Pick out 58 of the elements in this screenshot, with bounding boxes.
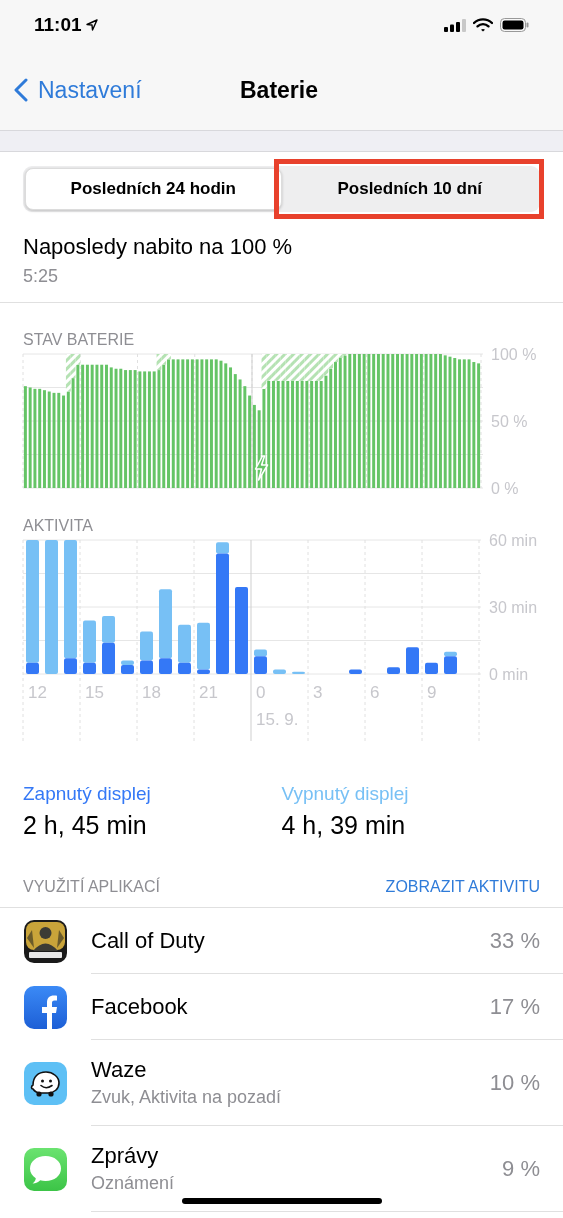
- screen-time-value: 4 h, 39 min: [281, 810, 407, 841]
- section-label: STAV BATERIE: [23, 330, 136, 350]
- bar: [387, 667, 400, 674]
- bar: [292, 671, 305, 674]
- axis-label: 3: [313, 683, 323, 702]
- bar: [406, 647, 419, 674]
- chevron-left-icon: [14, 78, 28, 102]
- location-arrow-icon: [85, 19, 98, 31]
- axis-label: 30 min: [489, 599, 538, 616]
- screen-time-label: Vypnutý displej: [281, 782, 410, 806]
- clock: 11:01: [34, 12, 82, 37]
- axis-label: 0 %: [491, 480, 519, 497]
- axis-label: 18: [142, 683, 161, 702]
- page-title: Baterie: [240, 75, 318, 105]
- usage-percent: 9 %: [502, 1155, 540, 1183]
- axis-label: 6: [370, 683, 380, 702]
- axis-label: 21: [199, 683, 218, 702]
- lightning-icon: [254, 455, 269, 481]
- axis-label: 100 %: [491, 346, 537, 363]
- app-name: Call of Duty: [91, 926, 206, 955]
- back-button[interactable]: Nastavení: [0, 72, 142, 108]
- battery-icon: [500, 18, 529, 32]
- last-charged-title: Naposledy nabito na 100 %: [23, 233, 294, 261]
- axis-label: 0: [256, 683, 266, 702]
- app-name: Waze: [91, 1055, 148, 1084]
- wifi-icon: [473, 18, 493, 32]
- bar: [425, 662, 438, 674]
- game-app-icon: [24, 919, 67, 963]
- segment-tab[interactable]: Posledních 10 dní: [281, 168, 538, 210]
- app-name: Zprávy: [91, 1141, 160, 1170]
- usage-percent: 10 %: [489, 1069, 540, 1097]
- app-detail: Zvuk, Aktivita na pozadí: [91, 1085, 283, 1109]
- axis-label: 9: [427, 683, 437, 702]
- screen-time-label: Zapnutý displej: [23, 782, 152, 806]
- app-detail: Oznámení: [91, 1171, 176, 1195]
- waze-app-icon: [24, 1061, 67, 1105]
- bar: [102, 615, 115, 643]
- bar: [102, 642, 115, 674]
- show-activity-link[interactable]: ZOBRAZIT AKTIVITU: [385, 875, 540, 899]
- section-label: AKTIVITA: [23, 516, 94, 536]
- axis-label: 60 min: [489, 532, 538, 549]
- screen-time-value: 2 h, 45 min: [23, 810, 148, 841]
- bar: [273, 669, 286, 674]
- bar: [349, 669, 362, 674]
- last-charged-time: 5:25: [23, 265, 60, 288]
- axis-label: 15: [85, 683, 104, 702]
- facebook-app-icon: [24, 985, 67, 1029]
- usage-percent: 33 %: [489, 927, 540, 955]
- axis-label: 50 %: [491, 413, 528, 430]
- messages-app-icon: [24, 1147, 67, 1191]
- signal-icon: [444, 18, 466, 32]
- axis-label: 12: [28, 683, 47, 702]
- app-name: Facebook: [91, 992, 189, 1021]
- usage-percent: 17 %: [489, 993, 540, 1021]
- section-label: VYUŽITÍ APLIKACÍ: [23, 876, 160, 897]
- date-label: 15. 9.: [256, 710, 299, 729]
- segment-tab[interactable]: Posledních 24 hodin: [25, 168, 282, 210]
- axis-label: 0 min: [489, 666, 529, 683]
